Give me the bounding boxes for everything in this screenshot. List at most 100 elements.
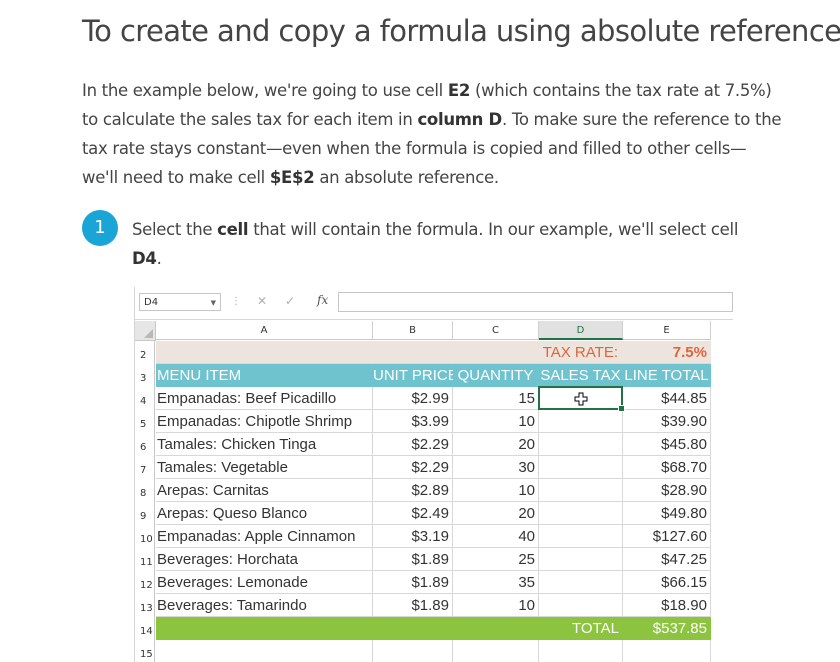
table-cell[interactable]: Beverages: Lemonade <box>156 571 373 594</box>
cancel-icon[interactable]: ✕ <box>257 294 267 308</box>
table-cell[interactable] <box>539 410 623 433</box>
table-cell[interactable] <box>539 571 623 594</box>
column-header-b[interactable]: B <box>373 321 453 340</box>
table-cell[interactable]: 25 <box>453 548 539 571</box>
header-cell[interactable]: UNIT PRICE <box>373 364 458 387</box>
cell-a2[interactable] <box>156 341 373 364</box>
table-cell[interactable]: $39.90 <box>623 410 711 433</box>
tax-rate-value[interactable]: 7.5% <box>623 341 711 364</box>
insert-function-icon[interactable]: fx <box>317 293 328 307</box>
empty-cell[interactable] <box>623 640 711 662</box>
table-cell[interactable]: $44.85 <box>623 387 711 410</box>
table-cell[interactable]: $127.60 <box>623 525 711 548</box>
table-cell[interactable]: Tamales: Vegetable <box>156 456 373 479</box>
table-cell[interactable]: Arepas: Carnitas <box>156 479 373 502</box>
table-cell[interactable]: $18.90 <box>623 594 711 617</box>
table-cell[interactable]: 40 <box>453 525 539 548</box>
table-cell[interactable]: $2.89 <box>373 479 453 502</box>
table-cell[interactable]: 10 <box>453 594 539 617</box>
table-cell[interactable]: $2.29 <box>373 433 453 456</box>
table-cell[interactable]: $3.99 <box>373 410 453 433</box>
table-cell[interactable]: $2.49 <box>373 502 453 525</box>
empty-cell[interactable] <box>156 640 373 662</box>
select-all-button[interactable] <box>135 321 156 341</box>
table-cell[interactable] <box>539 525 623 548</box>
table-cell[interactable]: Beverages: Tamarindo <box>156 594 373 617</box>
total-cell-a[interactable] <box>156 617 373 640</box>
table-cell[interactable]: $2.99 <box>373 387 453 410</box>
total-cell-c[interactable] <box>453 617 539 640</box>
name-box[interactable]: D4 ▼ <box>139 293 221 311</box>
formula-input[interactable] <box>338 292 733 312</box>
row-header[interactable]: 6 <box>135 433 155 456</box>
table-row: Empanadas: Beef Picadillo $2.99 15 $44.85 <box>156 387 711 410</box>
table-cell[interactable]: 10 <box>453 479 539 502</box>
table-cell[interactable]: Tamales: Chicken Tinga <box>156 433 373 456</box>
table-cell[interactable] <box>539 502 623 525</box>
table-cell[interactable]: Beverages: Horchata <box>156 548 373 571</box>
table-cell[interactable]: 20 <box>453 502 539 525</box>
table-cell[interactable]: $47.25 <box>623 548 711 571</box>
empty-cell[interactable] <box>373 640 453 662</box>
table-cell[interactable]: $45.80 <box>623 433 711 456</box>
intro-text-1: In the example below, we're going to use… <box>82 81 448 100</box>
row-header[interactable]: 3 <box>135 364 155 387</box>
table-cell[interactable]: 15 <box>453 387 539 410</box>
table-cell[interactable]: Empanadas: Apple Cinnamon <box>156 525 373 548</box>
row-header[interactable]: 12 <box>135 571 155 594</box>
table-cell[interactable]: 10 <box>453 410 539 433</box>
drag-handle-icon[interactable]: ⋮ <box>231 296 241 307</box>
column-header-c[interactable]: C <box>453 321 539 340</box>
table-cell[interactable]: $3.19 <box>373 525 453 548</box>
table-cell[interactable]: 20 <box>453 433 539 456</box>
table-cell[interactable]: Arepas: Queso Blanco <box>156 502 373 525</box>
row-header[interactable]: 7 <box>135 456 155 479</box>
header-cell[interactable]: MENU ITEM <box>156 364 373 387</box>
table-cell[interactable]: 30 <box>453 456 539 479</box>
row-header[interactable]: 13 <box>135 594 155 617</box>
total-label[interactable]: TOTAL <box>539 617 623 640</box>
table-cell[interactable] <box>539 594 623 617</box>
table-cell[interactable]: Empanadas: Chipotle Shrimp <box>156 410 373 433</box>
header-cell[interactable]: QUANTITY <box>453 364 539 387</box>
row-header[interactable]: 9 <box>135 502 155 525</box>
total-row: TOTAL $537.85 <box>156 617 711 640</box>
header-cell[interactable]: SALES TAX <box>539 364 623 387</box>
column-header-e[interactable]: E <box>623 321 711 340</box>
row-header[interactable]: 8 <box>135 479 155 502</box>
table-cell[interactable]: $68.70 <box>623 456 711 479</box>
enter-icon[interactable]: ✓ <box>285 294 295 308</box>
header-cell[interactable]: LINE TOTAL <box>623 364 711 387</box>
empty-cell[interactable] <box>453 640 539 662</box>
table-cell[interactable]: $66.15 <box>623 571 711 594</box>
table-cell[interactable]: $1.89 <box>373 548 453 571</box>
table-cell[interactable] <box>539 456 623 479</box>
empty-cell[interactable] <box>539 640 623 662</box>
row-header[interactable]: 5 <box>135 410 155 433</box>
table-cell[interactable]: $1.89 <box>373 594 453 617</box>
chevron-down-icon[interactable]: ▼ <box>211 294 216 312</box>
column-header-d[interactable]: D <box>539 321 623 340</box>
table-cell[interactable] <box>539 548 623 571</box>
table-cell[interactable]: Empanadas: Beef Picadillo <box>156 387 373 410</box>
row-header[interactable]: 14 <box>135 617 155 640</box>
row-header[interactable]: 11 <box>135 548 155 571</box>
row-header[interactable]: 4 <box>135 387 155 410</box>
table-cell[interactable]: $2.29 <box>373 456 453 479</box>
row-header[interactable]: 15 <box>135 640 155 662</box>
total-cell-b[interactable] <box>373 617 453 640</box>
table-cell[interactable]: $49.80 <box>623 502 711 525</box>
table-cell[interactable] <box>539 433 623 456</box>
tax-rate-label[interactable]: TAX RATE: <box>539 341 623 364</box>
cell-c2[interactable] <box>453 341 539 364</box>
cell-b2[interactable] <box>373 341 453 364</box>
table-cell[interactable]: $28.90 <box>623 479 711 502</box>
table-cell[interactable]: 35 <box>453 571 539 594</box>
column-header-a[interactable]: A <box>156 321 373 340</box>
table-cell[interactable]: $1.89 <box>373 571 453 594</box>
step-bold-d4: D4 <box>132 249 157 268</box>
table-cell[interactable] <box>539 479 623 502</box>
row-header[interactable]: 2 <box>135 341 155 364</box>
total-value[interactable]: $537.85 <box>623 617 711 640</box>
row-header[interactable]: 10 <box>135 525 155 548</box>
